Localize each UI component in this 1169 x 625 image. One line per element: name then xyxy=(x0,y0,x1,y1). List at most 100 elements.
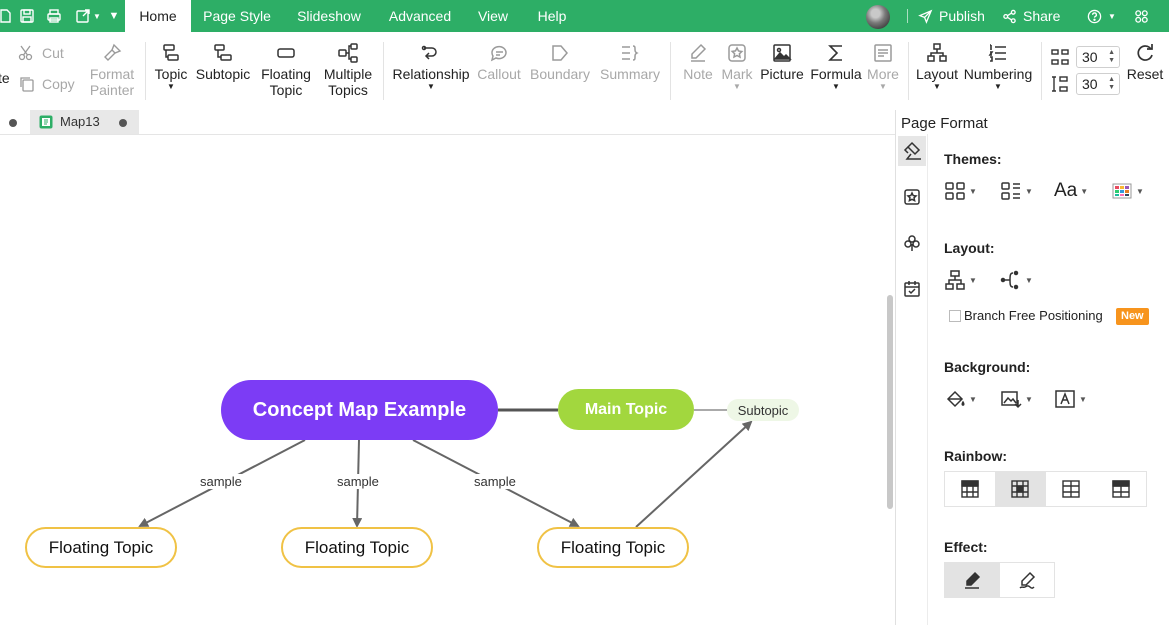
background-image-dropdown[interactable]: ▼ xyxy=(1000,386,1033,412)
relationship-label-1[interactable]: sample xyxy=(198,474,244,489)
numbering-button[interactable]: Numbering ▼ xyxy=(962,40,1034,91)
note-button[interactable]: Note xyxy=(678,40,718,82)
relationship-button[interactable]: Relationship ▼ xyxy=(391,40,471,91)
copy-button[interactable]: Copy xyxy=(18,75,75,93)
save-icon[interactable] xyxy=(17,0,37,32)
formula-dropdown-icon[interactable]: ▼ xyxy=(810,83,862,91)
rainbow-grid-icon xyxy=(1061,480,1080,498)
canvas-vertical-scrollbar[interactable] xyxy=(885,135,895,625)
task-panel-tab[interactable] xyxy=(898,274,926,304)
rainbow-option-1[interactable] xyxy=(945,472,995,506)
watermark-dropdown[interactable]: ▼ xyxy=(1054,386,1087,412)
share-button[interactable]: Share xyxy=(1002,0,1060,32)
relationship-label-2[interactable]: sample xyxy=(335,474,381,489)
publish-button[interactable]: Publish xyxy=(918,0,985,32)
theme-color-dropdown[interactable]: ▼ xyxy=(1111,178,1144,204)
effect-normal-option[interactable] xyxy=(945,563,1000,597)
help-button[interactable]: ▼ xyxy=(1087,0,1116,32)
cut-button[interactable]: Cut xyxy=(18,44,64,62)
menu-tab-help[interactable]: Help xyxy=(528,0,576,32)
rainbow-option-4[interactable] xyxy=(1096,472,1146,506)
summary-button[interactable]: Summary xyxy=(598,40,662,82)
stepper-arrows-icon[interactable]: ▲ ▼ xyxy=(1108,49,1115,65)
clipart-panel-tab[interactable] xyxy=(898,228,926,258)
rainbow-options xyxy=(944,471,1147,507)
menu-tab-advanced[interactable]: Advanced xyxy=(380,0,460,32)
ribbon-divider xyxy=(670,42,671,100)
export-icon[interactable]: ▼ xyxy=(73,0,103,32)
theme-list-icon xyxy=(1001,182,1020,200)
mark-button[interactable]: Mark ▼ xyxy=(718,40,756,91)
boundary-button[interactable]: Boundary xyxy=(528,40,592,82)
floating-topic-2[interactable]: Floating Topic xyxy=(281,527,433,568)
new-icon[interactable] xyxy=(0,0,14,32)
menu-bar: ▼ ▼ Home Page Style Slideshow Advanced V… xyxy=(0,0,1169,32)
menu-tab-home[interactable]: Home xyxy=(125,0,191,32)
rainbow-option-3[interactable] xyxy=(1046,472,1096,506)
topic-button[interactable]: Topic ▼ xyxy=(152,40,190,91)
topic-dropdown-icon[interactable]: ▼ xyxy=(152,83,190,91)
numbering-dropdown-icon[interactable]: ▼ xyxy=(962,83,1034,91)
user-avatar[interactable] xyxy=(866,5,890,29)
multiple-topics-button[interactable]: Multiple Topics xyxy=(320,40,376,98)
subtopic[interactable]: Subtopic xyxy=(727,399,799,421)
theme-layout-dropdown[interactable]: ▼ xyxy=(1000,178,1033,204)
callout-button[interactable]: Callout xyxy=(476,40,522,82)
tab-close-icon[interactable] xyxy=(119,119,127,127)
callout-label: Callout xyxy=(477,66,521,82)
scrollbar-thumb[interactable] xyxy=(887,295,893,509)
more-button[interactable]: More ▼ xyxy=(864,40,902,91)
topic-label: Topic xyxy=(154,66,188,82)
ribbon-divider xyxy=(383,42,384,100)
subtopic-button[interactable]: Subtopic xyxy=(194,40,252,82)
document-tab[interactable]: Map13 xyxy=(30,110,139,134)
relationship-line-4[interactable] xyxy=(635,420,753,528)
format-painter-button[interactable]: Format Painter xyxy=(88,40,136,98)
layout-button[interactable]: Layout ▼ xyxy=(914,40,960,91)
apps-button[interactable] xyxy=(1134,0,1149,32)
mark-dropdown-icon[interactable]: ▼ xyxy=(718,83,756,91)
formula-button[interactable]: Formula ▼ xyxy=(810,40,862,91)
menu-tab-view[interactable]: View xyxy=(470,0,516,32)
rainbow-option-2[interactable] xyxy=(995,472,1046,506)
print-icon[interactable] xyxy=(44,0,64,32)
branch-free-positioning-checkbox[interactable] xyxy=(949,310,961,322)
pen-icon xyxy=(965,571,981,589)
formula-label: Formula xyxy=(810,66,862,82)
picture-button[interactable]: Picture xyxy=(758,40,806,82)
more-dropdown-icon[interactable]: ▼ xyxy=(864,83,902,91)
theme-font-dropdown[interactable]: Aa ▼ xyxy=(1054,178,1088,204)
rainbow-grid-icon xyxy=(961,480,979,498)
layout-structure-dropdown[interactable]: ▼ xyxy=(944,267,977,293)
vertical-spacing-stepper[interactable]: 30 ▲ ▼ xyxy=(1076,73,1120,95)
paste-button[interactable]: te xyxy=(0,70,10,86)
floating-topic-3[interactable]: Floating Topic xyxy=(537,527,689,568)
themes-title: Themes: xyxy=(944,151,1002,167)
subtopic-label: Subtopic xyxy=(195,66,251,82)
publish-label: Publish xyxy=(939,8,985,24)
watermark-icon xyxy=(1055,390,1075,408)
background-fill-dropdown[interactable]: ▼ xyxy=(944,386,977,412)
main-topic[interactable]: Main Topic xyxy=(558,389,694,430)
quick-access-more-icon[interactable]: ▼ xyxy=(108,0,120,32)
menu-tab-page-style[interactable]: Page Style xyxy=(193,0,281,32)
layout-dropdown-icon[interactable]: ▼ xyxy=(914,83,960,91)
central-topic[interactable]: Concept Map Example xyxy=(221,380,498,440)
menu-tab-slideshow[interactable]: Slideshow xyxy=(288,0,370,32)
floating-topic-button[interactable]: Floating Topic xyxy=(258,40,314,98)
stepper-arrows-icon[interactable]: ▲ ▼ xyxy=(1108,76,1115,92)
page-format-tab[interactable] xyxy=(898,136,926,166)
connector-style-dropdown[interactable]: ▼ xyxy=(1000,267,1033,293)
reset-button[interactable]: Reset xyxy=(1124,40,1166,82)
ribbon-toolbar: te Cut Copy Format Painter Topic ▼ Subto… xyxy=(0,32,1169,110)
share-icon xyxy=(1003,9,1016,23)
theme-style-dropdown[interactable]: ▼ xyxy=(944,178,977,204)
relationship-dropdown-icon[interactable]: ▼ xyxy=(391,83,471,91)
numbering-label: Numbering xyxy=(963,66,1033,82)
floating-topic-1[interactable]: Floating Topic xyxy=(25,527,177,568)
mark-panel-tab[interactable] xyxy=(898,182,926,212)
relationship-label-3[interactable]: sample xyxy=(472,474,518,489)
effect-hand-drawn-option[interactable] xyxy=(1000,563,1055,597)
mindmap-canvas[interactable]: Concept Map Example Main Topic Subtopic … xyxy=(0,135,885,625)
horizontal-spacing-stepper[interactable]: 30 ▲ ▼ xyxy=(1076,46,1120,68)
